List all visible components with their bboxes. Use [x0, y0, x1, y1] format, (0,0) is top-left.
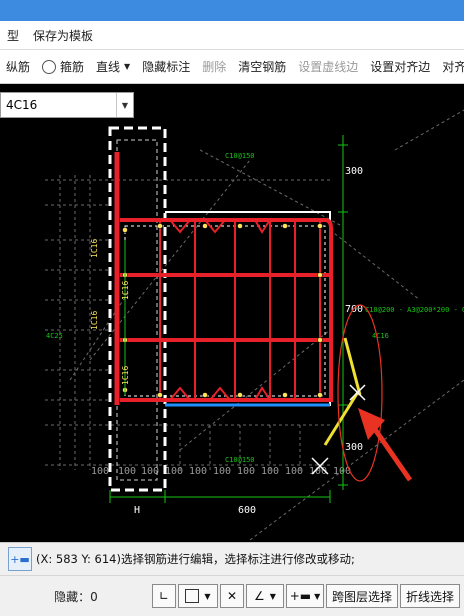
vert-label: 1C16 — [121, 281, 130, 300]
grid-label: 100 — [237, 466, 255, 477]
chevron-down-icon[interactable]: ▼ — [116, 93, 133, 117]
radio-icon — [42, 59, 57, 74]
dropdown-arrow-icon: ▼ — [269, 591, 276, 601]
vert-label: 1C16 — [121, 366, 130, 385]
stirrup-hooks — [169, 219, 271, 401]
label-top-stirrup: C10@150 — [225, 152, 255, 160]
hide-annotation-button[interactable]: 隐藏标注 — [136, 58, 196, 75]
dim-300-bottom: 300 — [345, 442, 363, 453]
angle-icon: ∠ — [254, 589, 265, 603]
set-align-edge-button[interactable]: 设置对齐边 — [364, 58, 436, 75]
dimension-lines[interactable] — [109, 135, 348, 503]
angle-snap-dropdown[interactable]: ∠ ▼ — [246, 584, 284, 608]
straight-line-label: 直线 — [96, 60, 121, 74]
label-right-rebar: 4C16 — [372, 332, 389, 340]
snap-mode-dropdown[interactable]: ▼ — [178, 584, 218, 608]
annotation-arrow — [358, 408, 413, 482]
polyline-select-button[interactable]: 折线选择 — [400, 584, 460, 608]
label-right-stirrup: C10@200 - A3@200*200 - C10@200 — [365, 306, 464, 314]
rebar-spec-select[interactable]: 4C16 ▼ — [0, 92, 134, 118]
grid-label: 100 — [165, 466, 183, 477]
rebar-spec-value: 4C16 — [6, 98, 38, 112]
vertical-ties[interactable] — [159, 222, 321, 398]
concrete-outline[interactable] — [165, 211, 331, 406]
stirrup-label: 箍筋 — [60, 60, 85, 74]
straight-line-dropdown[interactable]: 直线 ▼ — [90, 58, 136, 75]
dimension-icon: +▬ — [289, 589, 312, 603]
align-overflow-button[interactable]: 对齐 — [436, 58, 464, 75]
menu-item-save-template[interactable]: 保存为模板 — [26, 27, 100, 44]
rebar-dots[interactable] — [122, 223, 323, 398]
ortho-icon[interactable]: ∟ — [152, 584, 176, 608]
dim-300-top: 300 — [345, 166, 363, 177]
longitudinal-rebar-radio[interactable]: 纵筋 — [0, 58, 36, 75]
rebar-section-drawing: 100 100 100 100 100 100 100 100 100 100 … — [45, 109, 464, 541]
dim-700: 700 — [345, 304, 363, 315]
vert-label: 1C16 — [90, 311, 99, 330]
grid-label: 100 — [118, 466, 136, 477]
outer-stirrup[interactable] — [120, 218, 333, 402]
dropdown-arrow-icon: ▼ — [204, 591, 211, 601]
menu-bar: 型 保存为模板 — [0, 21, 464, 50]
dropdown-arrow-icon: ▼ — [314, 591, 321, 601]
grid-number-row: 100 100 100 100 100 100 100 100 100 100 … — [91, 466, 351, 477]
stirrup-radio[interactable]: 箍筋 — [36, 58, 90, 75]
set-dashed-edge-button[interactable]: 设置虚线边 — [292, 58, 364, 75]
grid-label: 100 — [285, 466, 303, 477]
grid-label: 100 — [189, 466, 207, 477]
layer-select-button[interactable]: 跨图层选择 — [326, 584, 398, 608]
square-snap-icon — [185, 589, 200, 603]
dim-600: 600 — [238, 505, 256, 516]
grid-label: 100 — [213, 466, 231, 477]
cross-icon[interactable]: ✕ — [220, 584, 244, 608]
drawing-canvas[interactable]: 100 100 100 100 100 100 100 100 100 100 … — [0, 84, 464, 542]
longitudinal-rebar-label: 纵筋 — [6, 60, 31, 74]
dimension-mode-dropdown[interactable]: +▬ ▼ — [286, 584, 324, 608]
grid-label: 100 — [261, 466, 279, 477]
column-inner-dashed — [116, 139, 158, 481]
grid-label: 100 — [91, 466, 109, 477]
command-line: +▬ (X: 583 Y: 614)选择钢筋进行编辑，选择标注进行修改或移动; — [0, 542, 464, 575]
vert-label: 1C16 — [90, 239, 99, 258]
label-bottom-stirrup: C10@150 — [225, 456, 255, 464]
label-left-rebar: 4C25 — [46, 332, 63, 340]
command-line-text: (X: 583 Y: 614)选择钢筋进行编辑，选择标注进行修改或移动; — [36, 552, 355, 566]
window-title-bar — [0, 0, 464, 21]
dropdown-arrow-icon: ▼ — [124, 62, 131, 71]
delete-button[interactable]: 删除 — [196, 58, 232, 75]
clear-rebar-button[interactable]: 清空钢筋 — [232, 58, 292, 75]
status-bar: 隐藏：0 ∟ ▼ ✕ ∠ ▼ +▬ ▼ 跨图层选择 折线选择 — [0, 575, 464, 616]
hidden-count: 隐藏：0 — [54, 589, 98, 604]
toolbar: 纵筋 箍筋 直线 ▼ 隐藏标注 删除 清空钢筋 设置虚线边 设置对齐边 对齐 — [0, 50, 464, 84]
grid-label: 100 — [141, 466, 159, 477]
command-mode-icon[interactable]: +▬ — [8, 547, 32, 571]
menu-item-type[interactable]: 型 — [0, 27, 26, 44]
dim-h: H — [134, 505, 140, 516]
